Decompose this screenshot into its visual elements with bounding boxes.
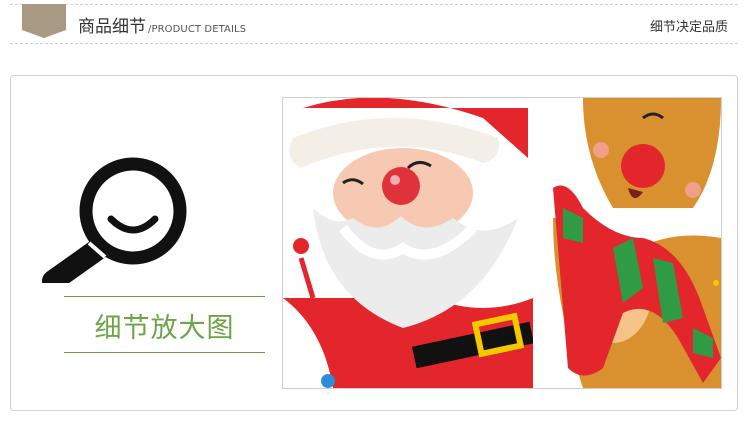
tag-ribbon-icon	[22, 4, 66, 38]
title-subtitle: /PRODUCT DETAILS	[148, 24, 247, 35]
section-title: 商品细节/PRODUCT DETAILS	[78, 12, 246, 37]
christmas-illustration	[283, 98, 721, 388]
magnifier-icon	[42, 157, 187, 283]
reindeer-illustration	[553, 98, 721, 388]
santa-claus-illustration	[283, 98, 534, 388]
section-header: 商品细节/PRODUCT DETAILS 细节决定品质	[10, 4, 738, 44]
product-detail-image	[282, 97, 722, 389]
header-slogan: 细节决定品质	[649, 20, 728, 35]
detail-panel: 细节放大图	[10, 75, 738, 411]
title-text: 商品细节	[78, 17, 146, 37]
label-top-rule	[64, 296, 265, 297]
label-bottom-rule	[64, 352, 265, 353]
zoom-label: 细节放大图	[94, 313, 235, 344]
